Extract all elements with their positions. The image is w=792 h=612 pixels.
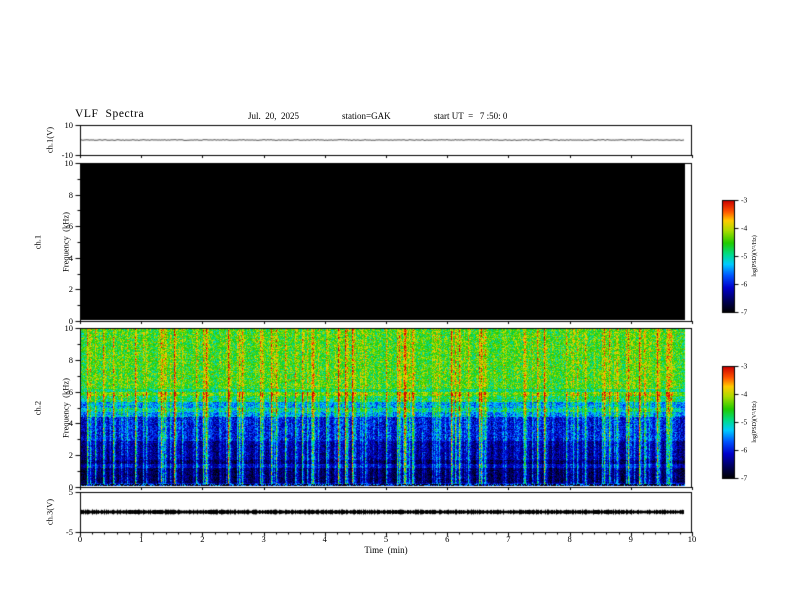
ytick-ch3_voltage--5: -5 <box>65 527 73 537</box>
ylabel-ch1-voltage: ch.1(V) <box>44 126 55 154</box>
ytick-ch2_spectrogram-6: 6 <box>68 386 73 397</box>
xtick-6: 6 <box>445 534 450 544</box>
xaxis-label: Time (min) <box>364 545 408 555</box>
ytick-ch1_spectrogram-8: 8 <box>68 189 73 200</box>
colorbar2-tick--5: -5 <box>741 417 748 427</box>
xtick-7: 7 <box>506 534 511 544</box>
colorbar1-tick--6: -6 <box>741 279 748 289</box>
xtick-8: 8 <box>567 534 572 544</box>
colorbar2-tick--4: -4 <box>741 389 748 399</box>
xtick-4: 4 <box>322 534 327 544</box>
colorbar2-label: log(PSD)(V²/Hz) <box>752 401 758 443</box>
xtick-5: 5 <box>383 534 389 544</box>
ytick-ch1_spectrogram-2: 2 <box>68 284 73 295</box>
xtick-0: 0 <box>77 534 83 544</box>
vlf-spectra-figure: VLF Spectra Jul. 20, 2025 station=GAK st… <box>0 0 792 612</box>
xtick-2: 2 <box>200 534 205 544</box>
colorbar1-tick--3: -3 <box>741 195 748 205</box>
ytick-ch1_spectrogram-4: 4 <box>68 252 73 263</box>
ytick-ch2_spectrogram-8: 8 <box>68 354 73 365</box>
ylabel-ch1-spectrogram: ch.1 Frequency (kHz) <box>15 212 90 272</box>
xtick-9: 9 <box>628 534 633 544</box>
xtick-10: 10 <box>687 534 697 544</box>
ytick-ch1_spectrogram-10: 10 <box>64 158 74 168</box>
colorbar2-tick--3: -3 <box>741 361 748 371</box>
colorbar1-tick--4: -4 <box>741 223 748 233</box>
ylabel-ch1-spectrogram-line1: ch.1 <box>32 234 43 250</box>
ytick-ch1_voltage-10: 10 <box>64 120 74 130</box>
date-label: Jul. 20, 2025 <box>248 111 300 121</box>
colorbar2-tick--6: -6 <box>741 445 748 455</box>
ytick-ch3_voltage-5: 5 <box>68 487 73 497</box>
plot-title: VLF Spectra <box>75 108 145 120</box>
ylabel-ch2-spectrogram: ch.2 Frequency (kHz) <box>15 378 90 438</box>
ylabel-ch3-voltage: ch.3(V) <box>44 498 55 526</box>
colorbar1-tick--7: -7 <box>741 307 748 317</box>
ytick-ch1_spectrogram-6: 6 <box>68 221 73 232</box>
colorbar1-tick--5: -5 <box>741 251 748 261</box>
colorbar1-label: log(PSD)(V²/Hz) <box>752 235 758 277</box>
xtick-1: 1 <box>139 534 144 544</box>
ytick-ch2_spectrogram-4: 4 <box>68 418 73 429</box>
ytick-ch2_spectrogram-2: 2 <box>68 450 73 461</box>
colorbar2-tick--7: -7 <box>741 473 748 483</box>
start-ut-label: start UT = 7 :50: 0 <box>434 111 508 121</box>
xtick-3: 3 <box>261 534 266 544</box>
ytick-ch2_spectrogram-10: 10 <box>64 323 74 333</box>
station-label: station=GAK <box>342 111 391 121</box>
ylabel-ch2-spectrogram-line1: ch.2 <box>32 400 43 416</box>
spectrogram-plot-canvas <box>0 0 792 612</box>
